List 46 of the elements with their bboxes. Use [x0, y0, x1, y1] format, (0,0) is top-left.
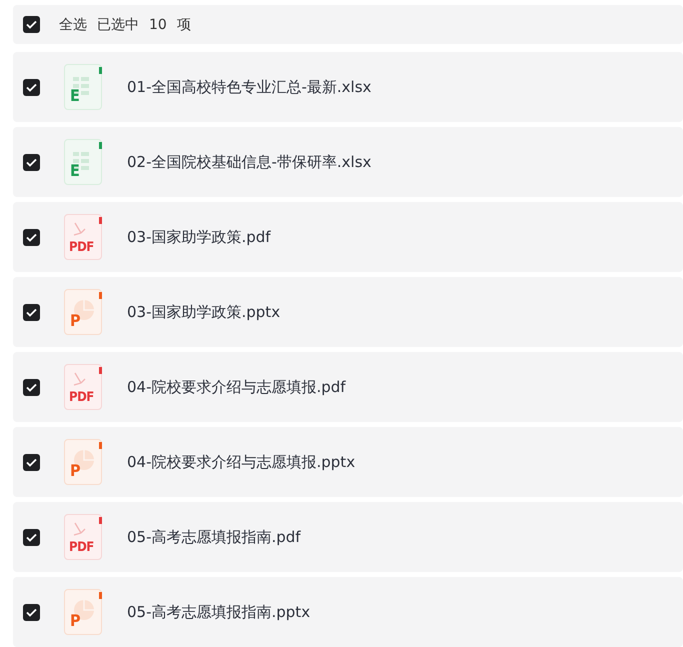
file-name: 03-国家助学政策.pdf — [127, 228, 271, 246]
file-row[interactable]: E 02-全国院校基础信息-带保研率.xlsx — [13, 127, 683, 197]
checkbox[interactable] — [23, 154, 40, 170]
check-icon — [26, 608, 37, 616]
pdf-file-icon: PDF — [64, 214, 102, 260]
check-icon — [26, 458, 37, 466]
file-name: 05-高考志愿填报指南.pptx — [127, 602, 310, 622]
file-row[interactable]: PDF 04-院校要求介绍与志愿填报.pdf — [13, 352, 683, 422]
file-name: 02-全国院校基础信息-带保研率.xlsx — [127, 152, 372, 172]
pdf-file-icon: PDF — [64, 364, 102, 410]
check-icon — [26, 158, 37, 166]
checkbox[interactable] — [23, 16, 40, 33]
spreadsheet-file-icon: E — [64, 139, 102, 185]
file-row[interactable]: E 01-全国高校特色专业汇总-最新.xlsx — [13, 52, 683, 122]
check-icon — [26, 308, 37, 316]
presentation-file-icon: P — [64, 589, 102, 635]
presentation-file-icon: P — [64, 289, 102, 335]
file-row[interactable]: P 04-院校要求介绍与志愿填报.pptx — [13, 427, 683, 497]
presentation-file-icon: P — [64, 439, 102, 485]
check-icon — [26, 82, 37, 92]
check-icon — [26, 232, 37, 242]
checkbox[interactable] — [23, 454, 40, 470]
check-icon — [26, 382, 37, 392]
file-name: 01-全国高校特色专业汇总-最新.xlsx — [127, 78, 372, 96]
selected-label: 已选中 — [97, 16, 139, 34]
pdf-file-icon: PDF — [64, 514, 102, 560]
file-name: 05-高考志愿填报指南.pdf — [127, 528, 301, 546]
checkbox[interactable] — [23, 228, 40, 246]
file-row[interactable]: P 05-高考志愿填报指南.pptx — [13, 577, 683, 647]
select-all-label[interactable]: 全选 — [59, 16, 87, 34]
file-name: 04-院校要求介绍与志愿填报.pptx — [127, 452, 356, 472]
file-name: 04-院校要求介绍与志愿填报.pdf — [127, 378, 346, 396]
file-row[interactable]: P 03-国家助学政策.pptx — [13, 277, 683, 347]
check-icon — [26, 532, 37, 542]
check-icon — [26, 20, 37, 29]
count-unit: 项 — [176, 16, 191, 34]
file-row[interactable]: PDF 05-高考志愿填报指南.pdf — [13, 502, 683, 572]
spreadsheet-file-icon: E — [64, 64, 102, 110]
checkbox[interactable] — [23, 78, 40, 96]
checkbox[interactable] — [23, 528, 40, 546]
file-name: 03-国家助学政策.pptx — [127, 302, 280, 322]
checkbox[interactable] — [23, 304, 40, 320]
selected-count: 10 — [149, 16, 167, 32]
checkbox[interactable] — [23, 378, 40, 396]
checkbox[interactable] — [23, 604, 40, 620]
file-row[interactable]: PDF 03-国家助学政策.pdf — [13, 202, 683, 272]
